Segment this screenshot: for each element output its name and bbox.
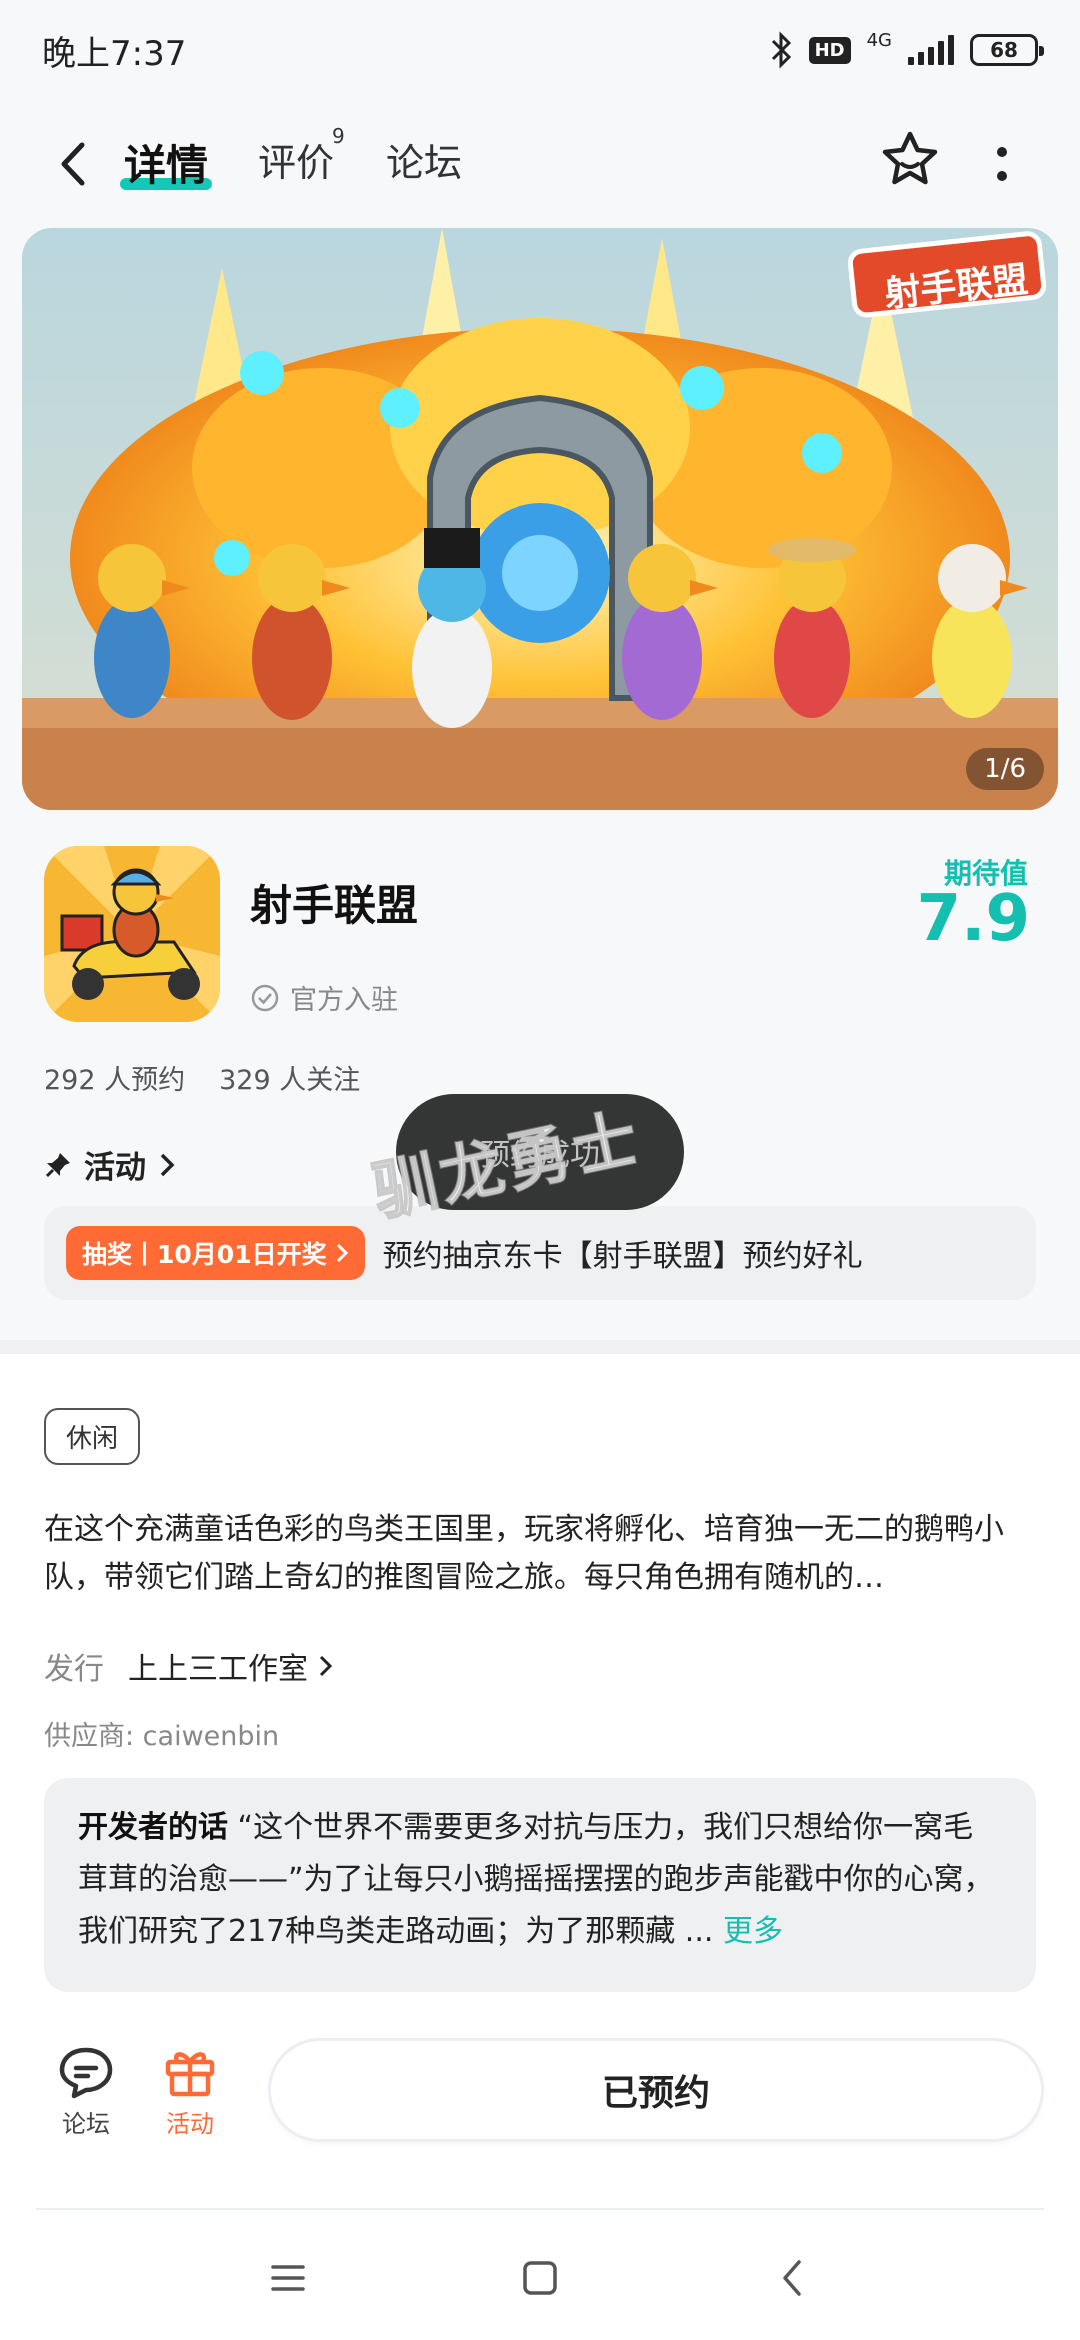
genre-tag[interactable]: 休闲 [44, 1408, 141, 1465]
publisher-row[interactable]: 发行 上上三工作室 [44, 1644, 334, 1688]
forum-chat-icon [59, 2047, 113, 2099]
supplier-text: 供应商: caiwenbin [44, 1721, 280, 1752]
back-arrow-icon [783, 2260, 801, 2296]
system-back-button[interactable] [762, 2248, 822, 2308]
back-icon [61, 142, 85, 186]
developer-more-link[interactable]: 更多 [723, 1914, 783, 1949]
more-button[interactable] [990, 136, 1014, 192]
lottery-tag-text: 抽奖丨10月01日开奖 [82, 1240, 327, 1269]
favorite-star-icon [882, 131, 938, 185]
chevron-right-icon [160, 1153, 175, 1176]
verified-check-icon [251, 984, 279, 1011]
chevron-right-icon [336, 1243, 348, 1263]
developer-note-title: 开发者的话 [78, 1810, 228, 1845]
tab-details[interactable]: 详情 [124, 132, 208, 193]
lottery-text: 预约抽京东卡【射手联盟】预约好礼 [382, 1239, 863, 1274]
chevron-right-icon [319, 1655, 333, 1677]
back-button[interactable] [48, 134, 98, 194]
system-home-button[interactable] [510, 2248, 570, 2308]
pin-icon [45, 1152, 70, 1177]
reservation-count: 292 人预约 [44, 1065, 186, 1096]
status-bar: 晚上7:37 HD 4G 68 [0, 0, 1080, 100]
gift-icon [165, 2052, 215, 2097]
lottery-tag: 抽奖丨10月01日开奖 [66, 1226, 365, 1280]
publisher-value: 上上三工作室 [128, 1652, 308, 1687]
activity-header[interactable]: 活动 [44, 1142, 176, 1187]
status-time: 晚上7:37 [42, 33, 187, 74]
home-square-icon [523, 2261, 557, 2295]
official-badge: 官方入驻 [250, 978, 398, 1017]
game-description[interactable]: 在这个充满童话色彩的鸟类王国里，玩家将孵化、培育独一无二的鹅鸭小队，带领它们踏上… [44, 1506, 1036, 1602]
favorite-button[interactable] [878, 128, 942, 192]
more-icon [997, 147, 1007, 157]
section-divider [0, 1340, 1080, 1354]
activity-button[interactable]: 活动 [150, 2040, 230, 2139]
app-stats: 292 人预约 329 人关注 [44, 1058, 360, 1097]
expect-value: 7.9 [916, 882, 1030, 956]
screenshot-banner[interactable]: 射手联盟 1/6 [22, 228, 1058, 810]
app-name: 射手联盟 [250, 881, 419, 930]
forum-label: 论坛 [62, 2110, 110, 2138]
app-icon [44, 846, 220, 1022]
bottom-action-bar: 论坛 活动 已预约 [0, 2020, 1080, 2200]
activity-title: 活动 [84, 1150, 146, 1186]
battery-level: 68 [990, 38, 1018, 62]
follower-count: 329 人关注 [219, 1065, 361, 1096]
hd-badge: HD [808, 36, 851, 64]
reserved-label: 已预约 [601, 2073, 710, 2114]
activity-label: 活动 [166, 2110, 214, 2138]
publisher-label: 发行 [44, 1652, 104, 1687]
menu-icon [271, 2265, 305, 2291]
reserved-button[interactable]: 已预约 [268, 2038, 1044, 2142]
tab-forum[interactable]: 论坛 [386, 132, 462, 187]
tab-reviews[interactable]: 评价 [258, 132, 334, 187]
network-type: 4G [866, 29, 892, 51]
forum-button[interactable]: 论坛 [46, 2040, 126, 2139]
lottery-banner[interactable]: 抽奖丨10月01日开奖 预约抽京东卡【射手联盟】预约好礼 [44, 1206, 1036, 1300]
reviews-count: 9 [332, 124, 345, 148]
signal-icon [908, 35, 954, 65]
status-icons: HD 4G 68 [769, 29, 1044, 69]
developer-note[interactable]: 开发者的话 “这个世界不需要更多对抗与压力，我们只想给你一窝毛茸茸的治愈——”为… [44, 1778, 1036, 1992]
top-nav: 详情 评价 9 论坛 [0, 118, 1080, 208]
system-menu-button[interactable] [258, 2248, 318, 2308]
banner-counter: 1/6 [966, 748, 1044, 790]
official-text: 官方入驻 [290, 985, 398, 1016]
system-nav-bar [0, 2210, 1080, 2340]
bluetooth-icon [771, 31, 791, 69]
battery-icon: 68 [970, 34, 1044, 66]
